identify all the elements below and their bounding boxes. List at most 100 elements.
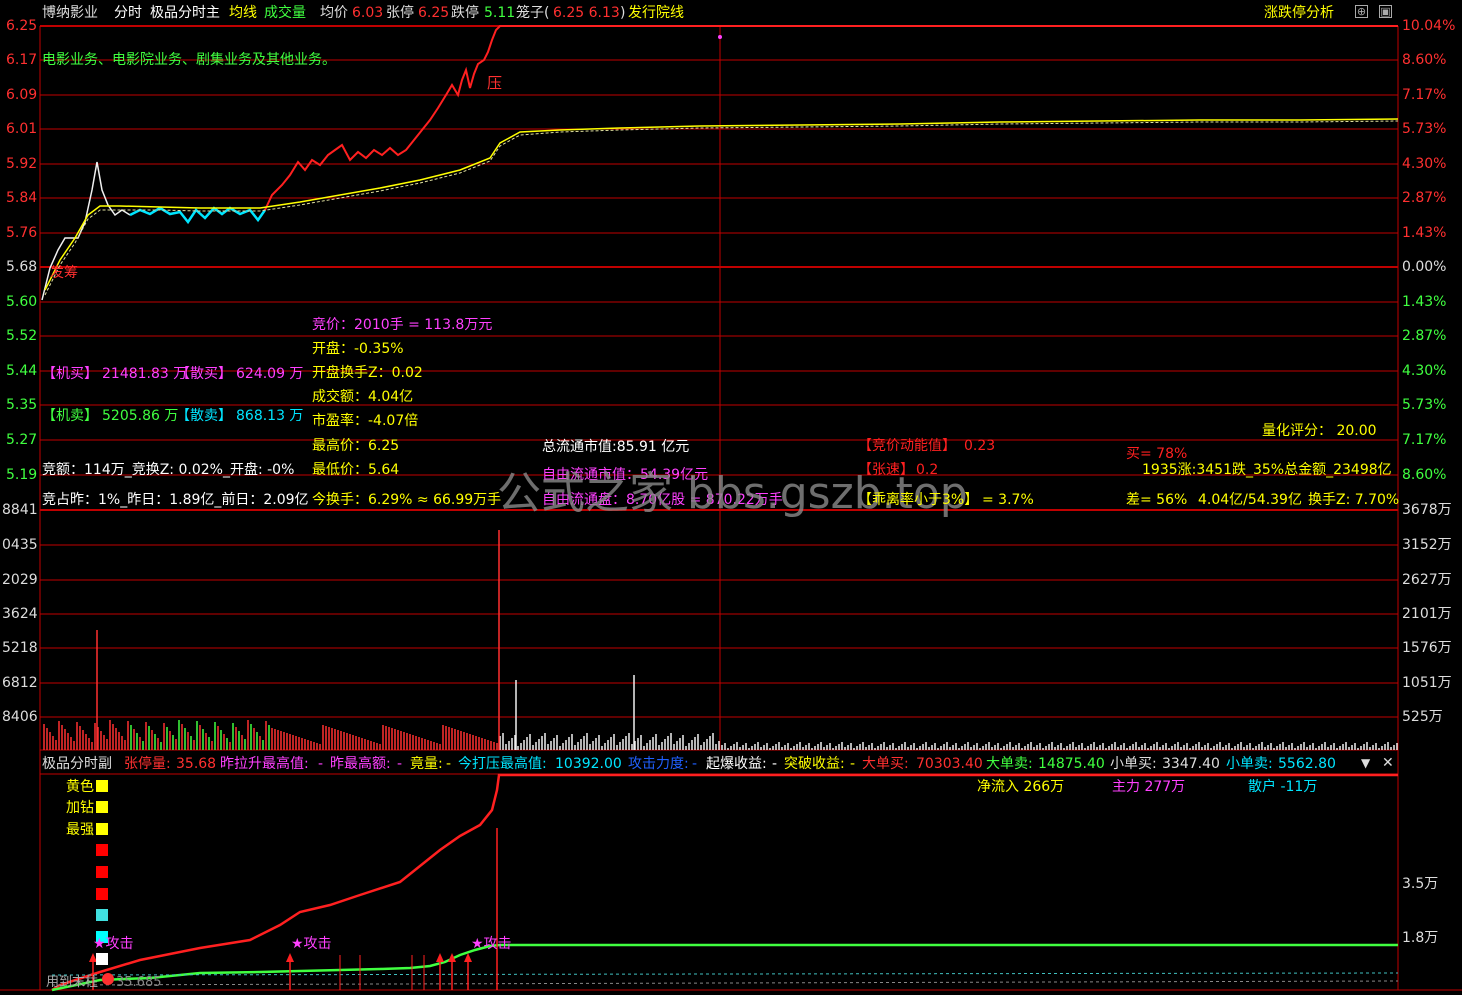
small-buy-value: 3347.40 xyxy=(1162,756,1220,772)
sub-axis-label: 3.5万 xyxy=(1402,876,1439,892)
price-axis-label: 6.09 xyxy=(6,87,38,103)
attack-mark: ★攻击 xyxy=(93,936,134,952)
total-market-value: 总流通市值:85.91 亿元 xyxy=(542,439,690,455)
volume-axis-label: 3624 xyxy=(2,606,38,622)
retail-buy-label: 【散买】 xyxy=(176,366,232,382)
sub-axis-label: 1.8万 xyxy=(1402,930,1439,946)
amount-ratio: 4.04亿/54.39亿 xyxy=(1198,492,1302,508)
volume-axis-label: 1051万 xyxy=(1402,675,1452,691)
deviation-value: = 3.7% xyxy=(982,492,1034,508)
auction-amount: 竞额：114万_竞换Z: 0.02%_开盘: -0% xyxy=(42,462,295,478)
attack-value: - xyxy=(692,756,698,772)
signal-square xyxy=(96,888,108,900)
turnover-z: 换手Z: 7.70% xyxy=(1308,492,1400,508)
close-icon[interactable]: ✕ xyxy=(1382,756,1394,770)
price-axis-label: 5.84 xyxy=(6,190,38,206)
volume-axis-label: 5218 xyxy=(2,640,38,656)
limit-vol-label: 张停量: xyxy=(124,756,171,772)
pct-axis-label: 2.87% xyxy=(1402,190,1447,206)
pct-axis-label: 4.30% xyxy=(1402,156,1447,172)
pct-axis-label: 7.17% xyxy=(1402,432,1447,448)
legend-square-strong xyxy=(96,823,108,835)
market-stats: 1935涨:3451跌_35%总金额_23498亿 xyxy=(1142,462,1392,478)
break-label: 突破收益: xyxy=(784,756,845,772)
price-axis-label: 5.27 xyxy=(6,432,38,448)
sub-indicator-name[interactable]: 极品分时副 xyxy=(42,757,112,771)
auction-ratio: 竞占昨：1%_昨日：1.89亿_前日：2.09亿 xyxy=(42,492,309,508)
volume-axis-label: 2627万 xyxy=(1402,572,1452,588)
legend-yellow: 黄色 xyxy=(66,779,94,795)
price-axis-label: 6.25 xyxy=(6,18,38,34)
today-press-value: 10392.00 xyxy=(555,756,622,772)
auction-info: 竞价：2010手 = 113.8万元 xyxy=(312,317,493,333)
big-sell-label: 大单卖: xyxy=(986,756,1033,772)
price-axis-label: 5.92 xyxy=(6,156,38,172)
break-value: - xyxy=(850,756,856,772)
price-axis-label: 6.01 xyxy=(6,121,38,137)
price-line-up xyxy=(264,25,1398,211)
volume-axis-label: 8406 xyxy=(2,709,38,725)
diff-pct: 差= 56% xyxy=(1126,492,1188,508)
big-buy-value: 70303.40 xyxy=(916,756,983,772)
prev-max-amt-label: 昨最高额: xyxy=(330,756,391,772)
signal-square xyxy=(96,866,108,878)
prev-max-amt-value: - xyxy=(397,756,403,772)
price-axis-label: 5.76 xyxy=(6,225,38,241)
volume-axis-label: 525万 xyxy=(1402,709,1443,725)
prev-max-label: 昨拉升最高值: xyxy=(220,756,309,772)
attack-label: 攻击力度: xyxy=(628,756,689,772)
signal-square xyxy=(96,953,108,965)
up-arrow-head xyxy=(436,953,444,962)
sub-dashed-line xyxy=(51,980,1399,986)
pct-axis-label: 4.30% xyxy=(1402,363,1447,379)
legend-square-diamond xyxy=(96,801,108,813)
auction-vol-value: - xyxy=(446,756,452,772)
up-arrow-head xyxy=(286,953,294,962)
open-turnover-info: 开盘换手Z：0.02 xyxy=(312,365,423,381)
deviation-label: 【乖离率小于3%】 xyxy=(858,492,979,508)
auction-energy-label: 【竞价动能值】 xyxy=(858,438,956,454)
price-axis-label: 5.52 xyxy=(6,328,38,344)
price-axis-label: 5.44 xyxy=(6,363,38,379)
speed-label: 【张速】 xyxy=(858,462,914,478)
price-axis-label: 5.35 xyxy=(6,397,38,413)
volume-axis-label: 2029 xyxy=(2,572,38,588)
prev-max-value: - xyxy=(318,756,324,772)
signal-square xyxy=(96,909,108,921)
dropdown-icon[interactable]: ▼ xyxy=(1361,757,1370,769)
inst-buy-label: 【机买】 xyxy=(42,366,98,382)
attack-mark: ★攻击 xyxy=(471,936,512,952)
signal-square xyxy=(96,844,108,856)
volume-axis-label: 3152万 xyxy=(1402,537,1452,553)
pct-axis-label: 7.17% xyxy=(1402,87,1447,103)
legend-strongest: 最强 xyxy=(66,822,94,838)
small-sell-label: 小单卖: xyxy=(1226,756,1273,772)
pct-axis-label: 5.73% xyxy=(1402,397,1447,413)
speed-value: 0.2 xyxy=(916,462,939,478)
bottom-text: 用到末柱 xyxy=(46,975,99,990)
price-axis-label: 6.17 xyxy=(6,52,38,68)
limit-vol-value: 35.68 xyxy=(176,756,217,772)
small-sell-value: 5562.80 xyxy=(1278,756,1336,772)
bottom-value: 35.685 xyxy=(116,975,162,990)
pct-axis-label: 5.73% xyxy=(1402,121,1447,137)
start-mark: 发筹 xyxy=(50,265,78,281)
open-info: 开盘：-0.35% xyxy=(312,341,404,357)
burst-label: 起爆收益: xyxy=(706,756,767,772)
press-mark: 压 xyxy=(487,74,503,92)
price-axis-label: 5.19 xyxy=(6,467,38,483)
turnover-amount-info: 成交额：4.04亿 xyxy=(312,389,414,405)
inst-sell-value: 5205.86 万 xyxy=(102,408,179,424)
main-force-flow: 主力 277万 xyxy=(1112,779,1186,795)
ball-icon xyxy=(102,973,114,985)
avg-price-line xyxy=(44,118,1399,291)
crosshair-dot xyxy=(718,35,722,39)
price-axis-label: 5.60 xyxy=(6,294,38,310)
auction-energy-value: 0.23 xyxy=(964,438,996,454)
retail-sell-value: 868.13 万 xyxy=(236,408,304,424)
volume-axis-label: 1576万 xyxy=(1402,640,1452,656)
volume-axis-label: 2101万 xyxy=(1402,606,1452,622)
attack-mark: ★攻击 xyxy=(291,936,332,952)
sub-red-line xyxy=(51,773,1398,992)
volume-axis-label: 8841 xyxy=(2,502,38,518)
